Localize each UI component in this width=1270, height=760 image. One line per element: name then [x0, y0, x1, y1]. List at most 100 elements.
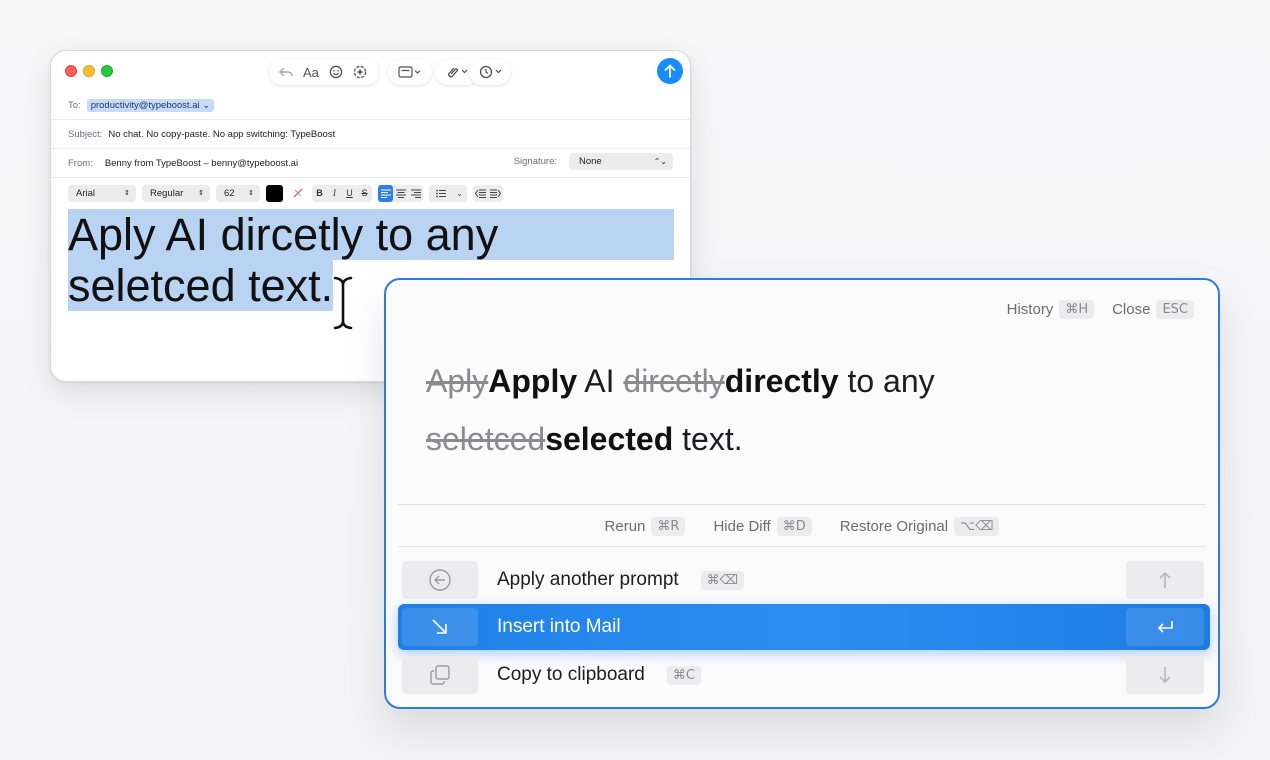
send-button[interactable]	[657, 58, 683, 84]
to-field[interactable]: To: productivity@typeboost.ai ⌄	[51, 91, 690, 120]
close-button[interactable]: Close ESC	[1112, 300, 1194, 319]
from-label: From:	[68, 157, 93, 169]
font-size-value: 62	[224, 187, 235, 199]
chevron-down-icon: ⌄	[456, 188, 463, 198]
minimize-window-button[interactable]	[83, 65, 95, 77]
align-center-icon[interactable]	[393, 185, 408, 202]
option-label: Insert into Mail	[497, 616, 621, 637]
close-window-button[interactable]	[65, 65, 77, 77]
ai-sparkle-icon[interactable]	[353, 65, 367, 79]
diff-actions: Rerun ⌘R Hide Diff ⌘D Restore Original ⌥…	[386, 514, 1218, 538]
back-arrow-icon	[402, 561, 478, 599]
arrow-down-icon[interactable]	[1126, 656, 1204, 694]
subject-value[interactable]: No chat. No copy-paste. No app switching…	[108, 129, 335, 140]
diff-preview: AplyApply AI dircetlydirectly to any sel…	[426, 352, 1186, 468]
indent-group	[473, 184, 503, 202]
list-group[interactable]: ⌄	[429, 184, 467, 202]
signature-label: Signature:	[513, 156, 557, 167]
copy-to-clipboard-option[interactable]: Copy to clipboard ⌘C	[398, 652, 1210, 698]
insert-into-mail-option[interactable]: Insert into Mail	[398, 604, 1210, 650]
font-family-value: Arial	[76, 187, 96, 199]
history-label: History	[1006, 301, 1054, 318]
diff-unchanged: text.	[673, 421, 743, 457]
from-value[interactable]: Benny from TypeBoost – benny@typeboost.a…	[105, 158, 298, 169]
typeboost-panel: History ⌘H Close ESC AplyApply AI dircet…	[384, 278, 1220, 709]
arrow-up-icon	[664, 64, 676, 78]
subject-field[interactable]: Subject: No chat. No copy-paste. No app …	[51, 120, 690, 149]
option-shortcut: ⌘⌫	[700, 570, 745, 590]
diff-unchanged: to any	[838, 363, 935, 399]
from-field[interactable]: From: Benny from TypeBoost – benny@typeb…	[51, 149, 690, 178]
restore-original-shortcut: ⌥⌫	[954, 516, 1000, 536]
rerun-shortcut: ⌘R	[651, 516, 686, 536]
rerun-button[interactable]: Rerun ⌘R	[604, 516, 686, 536]
outdent-icon[interactable]	[473, 185, 488, 202]
subject-label: Subject:	[68, 128, 103, 140]
text-color-well[interactable]	[266, 184, 283, 202]
recipient-chip[interactable]: productivity@typeboost.ai ⌄	[86, 98, 215, 112]
format-bar: Arial ⇕ Regular ⇕ 62 ⇕ B I U S ⌄	[68, 184, 503, 202]
bold-button[interactable]: B	[312, 185, 327, 202]
font-family-select[interactable]: Arial ⇕	[68, 184, 136, 202]
body-line-1: Aply AI dircetly to any	[68, 209, 674, 260]
rerun-label: Rerun	[604, 517, 646, 535]
history-shortcut: ⌘H	[1059, 300, 1095, 319]
updown-chevron-icon: ⇕	[248, 190, 254, 197]
emoji-icon[interactable]	[329, 65, 343, 79]
return-key-icon[interactable]	[1126, 608, 1204, 646]
align-right-icon[interactable]	[408, 185, 423, 202]
toolbar-group-header[interactable]	[388, 59, 432, 85]
signature-select[interactable]: None ⌃⌄	[569, 153, 673, 170]
diff-inserted: selected	[545, 421, 674, 457]
updown-chevron-icon: ⇕	[124, 190, 130, 197]
hide-diff-button[interactable]: Hide Diff ⌘D	[713, 516, 812, 536]
divider	[398, 546, 1206, 547]
align-left-icon[interactable]	[378, 184, 393, 202]
apply-another-prompt-option[interactable]: Apply another prompt ⌘⌫	[398, 557, 1210, 603]
font-size-select[interactable]: 62 ⇕	[216, 184, 260, 202]
restore-original-label: Restore Original	[839, 517, 949, 535]
insert-arrow-icon	[402, 608, 478, 646]
zoom-window-button[interactable]	[101, 65, 113, 77]
hide-diff-label: Hide Diff	[713, 517, 771, 535]
panel-header-actions: History ⌘H Close ESC	[1007, 300, 1194, 319]
text-cursor-icon	[331, 275, 355, 336]
underline-button[interactable]: U	[342, 185, 357, 202]
diff-inserted: directly	[724, 363, 839, 399]
toolbar-group-format: Aa	[269, 59, 379, 85]
font-style-select[interactable]: Regular ⇕	[142, 184, 210, 202]
copy-icon	[402, 656, 478, 694]
bulleted-list-icon	[433, 185, 448, 202]
font-style-value: Regular	[150, 187, 184, 199]
updown-chevron-icon: ⌃⌄	[653, 157, 667, 166]
signature-value: None	[579, 156, 602, 167]
undo-icon[interactable]	[279, 66, 293, 78]
diff-deleted: Aply	[426, 363, 489, 399]
strikethrough-button[interactable]: S	[357, 185, 372, 202]
header-fields-icon	[398, 66, 422, 78]
indent-icon[interactable]	[488, 185, 503, 202]
attachment-icon	[445, 65, 469, 79]
hide-diff-shortcut: ⌘D	[776, 516, 812, 536]
font-button[interactable]: Aa	[303, 65, 319, 80]
diff-unchanged: AI	[577, 363, 624, 399]
text-style-group: B I U S	[312, 184, 372, 202]
italic-button[interactable]: I	[327, 185, 342, 202]
history-button[interactable]: History ⌘H	[1006, 300, 1095, 319]
mail-titlebar: Aa	[51, 51, 690, 91]
more-options-icon	[479, 65, 503, 79]
restore-original-button[interactable]: Restore Original ⌥⌫	[839, 516, 1000, 536]
toolbar-group-extras[interactable]	[469, 59, 511, 85]
option-label: Copy to clipboard	[497, 664, 645, 685]
diff-inserted: Apply	[488, 363, 578, 399]
alignment-group	[378, 184, 423, 202]
close-shortcut: ESC	[1156, 300, 1194, 319]
to-label: To:	[68, 99, 81, 111]
arrow-up-icon[interactable]	[1126, 561, 1204, 599]
option-label: Apply another prompt	[497, 569, 679, 590]
body-line-2: seletced text.	[68, 260, 334, 311]
clear-color-icon[interactable]	[289, 187, 306, 199]
diff-deleted: seletced	[426, 421, 546, 457]
close-label: Close	[1112, 301, 1151, 318]
signature-group: Signature: None ⌃⌄	[514, 153, 673, 170]
